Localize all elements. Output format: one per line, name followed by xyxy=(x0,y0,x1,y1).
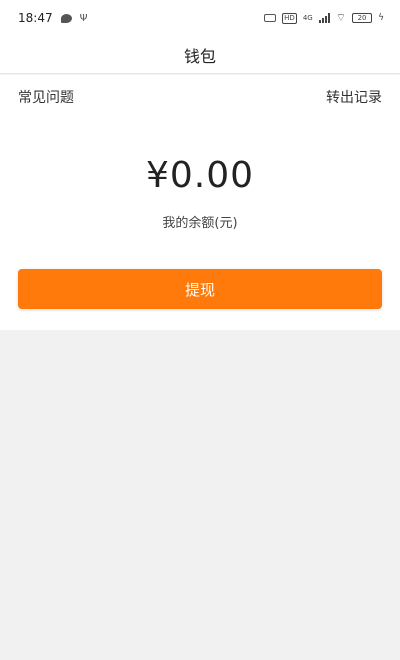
battery-level: 20 xyxy=(357,14,367,22)
status-time: 18:47 xyxy=(18,11,53,25)
signal-icon xyxy=(318,13,330,23)
balance-label: 我的余额(元) xyxy=(162,216,238,231)
battery-icon: 20 xyxy=(352,13,373,23)
title-bar: 钱包 xyxy=(0,36,400,74)
status-bar: 18:47 Ψ HD 4G ⌔ 20 ϟ xyxy=(0,0,400,36)
wallet-screen: 18:47 Ψ HD 4G ⌔ 20 ϟ 钱包 常见问题 转出记录 ¥0.00 … xyxy=(0,0,400,660)
network-type: 4G xyxy=(302,14,313,22)
usb-icon: Ψ xyxy=(79,12,88,24)
wallet-links: 常见问题 转出记录 xyxy=(18,87,382,107)
withdraw-button[interactable]: 提现 xyxy=(18,269,382,309)
wifi-icon: ⌔ xyxy=(335,11,347,24)
status-right: HD 4G ⌔ 20 ϟ xyxy=(264,11,384,25)
status-left: 18:47 Ψ xyxy=(18,11,87,25)
transfer-records-link[interactable]: 转出记录 xyxy=(326,87,382,107)
vibrate-icon xyxy=(264,14,277,22)
faq-link[interactable]: 常见问题 xyxy=(18,87,74,107)
message-icon xyxy=(60,13,72,23)
charging-icon: ϟ xyxy=(378,13,384,23)
wallet-panel: 常见问题 转出记录 ¥0.00 我的余额(元) 提现 xyxy=(0,75,400,330)
hd-badge: HD xyxy=(282,12,297,24)
balance-amount: ¥0.00 xyxy=(145,155,255,196)
empty-area xyxy=(0,330,400,660)
page-title: 钱包 xyxy=(183,46,216,66)
